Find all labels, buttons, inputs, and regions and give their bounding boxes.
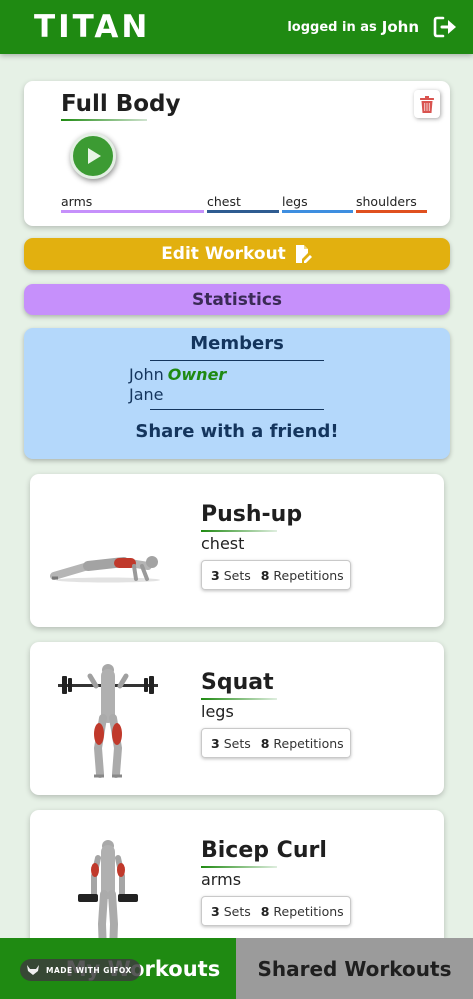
- reps-label: Repetitions: [273, 903, 344, 919]
- exercise-underline: [201, 866, 277, 868]
- tag-bar: [207, 210, 279, 213]
- exercise-underline: [201, 698, 277, 700]
- gifox-watermark: MADE WITH GIFOX: [20, 959, 141, 981]
- sets-count: 3: [211, 567, 220, 583]
- divider: [150, 409, 324, 410]
- exercise-underline: [201, 530, 277, 532]
- member-item: Jane: [129, 385, 164, 404]
- exercise-muscle: legs: [201, 702, 234, 721]
- tag-chest: chest: [207, 194, 279, 213]
- share-with-friend-button[interactable]: Share with a friend!: [24, 421, 450, 442]
- statistics-button[interactable]: Statistics: [24, 284, 450, 315]
- bicep-curl-illustration: [78, 840, 138, 952]
- exercise-name: Squat: [201, 670, 274, 695]
- member-item: John Owner: [129, 365, 226, 384]
- push-up-illustration: [50, 556, 160, 583]
- tab-my-workouts[interactable]: My Workouts MADE WITH GIFOX: [0, 938, 236, 999]
- statistics-label: Statistics: [191, 289, 283, 310]
- workout-title: Full Body: [61, 91, 181, 117]
- reps-count: 8: [260, 735, 270, 751]
- file-edit-icon: [295, 245, 312, 263]
- sign-out-icon[interactable]: [433, 15, 459, 39]
- exercise-card[interactable]: Squat legs 3 Sets 8 Repetitions: [30, 642, 444, 795]
- edit-workout-label: Edit Workout: [161, 244, 286, 264]
- tab-shared-workouts-label: Shared Workouts: [257, 956, 452, 981]
- tag-bar: [61, 210, 204, 213]
- watermark-text: MADE WITH GIFOX: [46, 965, 132, 975]
- app-logo[interactable]: TITAN: [34, 9, 150, 45]
- login-status: logged in as John: [287, 15, 459, 39]
- fox-icon: [27, 965, 39, 975]
- exercise-stats: 3 Sets 8 Repetitions: [201, 896, 351, 926]
- reps-label: Repetitions: [273, 735, 344, 751]
- reps-label: Repetitions: [273, 567, 344, 583]
- reps-count: 8: [260, 567, 270, 583]
- start-workout-button[interactable]: [70, 133, 116, 179]
- tag-bar: [356, 210, 427, 213]
- tag-arms: arms: [61, 194, 204, 213]
- tag-label: legs: [282, 194, 308, 209]
- play-icon: [88, 148, 101, 164]
- exercise-stats: 3 Sets 8 Repetitions: [201, 728, 351, 758]
- username: John: [381, 18, 419, 36]
- top-bar: TITAN logged in as John: [0, 0, 473, 54]
- divider: [150, 360, 324, 361]
- edit-workout-button[interactable]: Edit Workout: [24, 238, 450, 270]
- sets-label: Sets: [223, 903, 251, 919]
- exercise-muscle: chest: [201, 534, 245, 553]
- member-name: Jane: [129, 385, 164, 404]
- owner-tag: Owner: [167, 365, 227, 384]
- tag-legs: legs: [282, 194, 353, 213]
- title-underline: [61, 119, 147, 121]
- muscle-tags: arms chest legs shoulders: [61, 194, 427, 216]
- sets-label: Sets: [223, 735, 251, 751]
- squat-illustration: [58, 664, 158, 778]
- exercise-card[interactable]: Push-up chest 3 Sets 8 Repetitions: [30, 474, 444, 627]
- members-panel: Members John Owner Jane Share with a frie…: [24, 328, 450, 459]
- exercise-stats: 3 Sets 8 Repetitions: [201, 560, 351, 590]
- exercise-name: Bicep Curl: [201, 838, 327, 863]
- tag-shoulders: shoulders: [356, 194, 427, 213]
- exercise-muscle: arms: [201, 870, 242, 889]
- reps-count: 8: [260, 903, 270, 919]
- sets-count: 3: [211, 735, 220, 751]
- tag-label: arms: [61, 194, 93, 209]
- tag-label: chest: [207, 194, 241, 209]
- exercise-name: Push-up: [201, 502, 303, 527]
- sets-count: 3: [211, 903, 220, 919]
- tag-bar: [282, 210, 353, 213]
- login-text: logged in as: [287, 19, 377, 35]
- delete-workout-button[interactable]: [414, 90, 440, 118]
- trash-icon: [420, 95, 434, 113]
- tab-shared-workouts[interactable]: Shared Workouts: [236, 938, 473, 999]
- tag-label: shoulders: [356, 194, 417, 209]
- bottom-nav: My Workouts MADE WITH GIFOX Shared Worko…: [0, 938, 473, 999]
- members-title: Members: [190, 333, 284, 354]
- workout-card: Full Body arms chest legs shoulders: [24, 81, 450, 226]
- member-name: John: [129, 365, 164, 384]
- sets-label: Sets: [223, 567, 251, 583]
